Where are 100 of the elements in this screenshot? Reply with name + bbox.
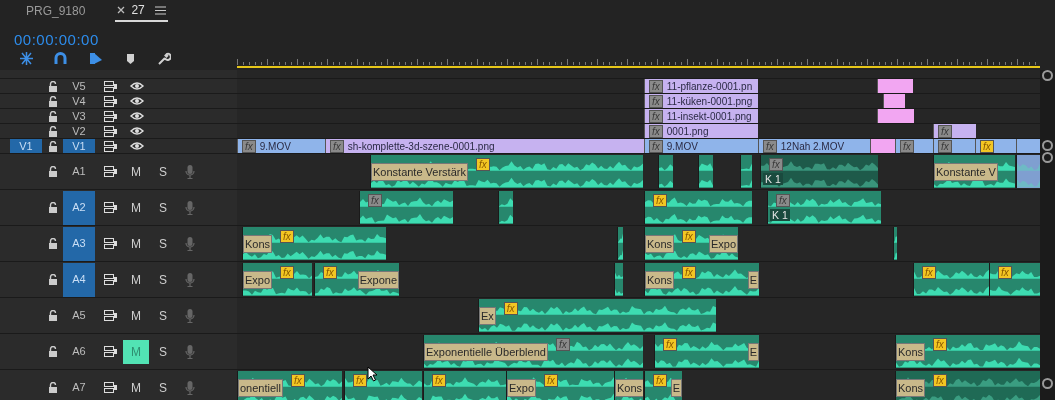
microphone-icon[interactable] (185, 164, 195, 179)
lock-icon[interactable] (47, 346, 58, 357)
effect-badge[interactable]: fx (353, 374, 367, 387)
audio-clip[interactable]: fx (913, 263, 989, 296)
video-clip[interactable] (1016, 139, 1040, 153)
effect-badge[interactable]: fx (933, 338, 947, 351)
panel-tab[interactable]: PRG_9180 (0, 0, 86, 22)
timecode[interactable]: 00:00:00:00 (14, 29, 99, 52)
sync-lock-icon[interactable] (103, 80, 117, 92)
sync-lock-icon[interactable] (103, 95, 117, 107)
audio-clip[interactable]: Konstante V (933, 155, 1015, 188)
panel-tab[interactable]: 27 (115, 0, 168, 22)
magnet-icon[interactable] (53, 51, 68, 66)
video-clip[interactable]: fx 9.MOV (644, 139, 758, 153)
video-clip[interactable]: fx 0001.png (644, 124, 758, 138)
audio-clip[interactable] (498, 191, 513, 224)
sync-lock-icon[interactable] (103, 166, 117, 177)
effect-badge[interactable]: fx (280, 266, 294, 279)
transition-label[interactable]: Kons (243, 235, 273, 253)
audio-clip[interactable] (1016, 155, 1040, 188)
source-patch[interactable]: V1 (10, 139, 42, 153)
audio-clip[interactable]: Kons fx E (644, 263, 759, 296)
eye-icon[interactable] (130, 81, 144, 91)
audio-clip[interactable]: fx K 1 (767, 191, 881, 224)
audio-clip[interactable] (740, 155, 752, 188)
audio-clip[interactable]: Expo fx (506, 371, 614, 400)
transition-label[interactable]: Kons (896, 379, 926, 397)
track-target[interactable]: A2 (63, 190, 95, 225)
transition-label[interactable]: E (747, 343, 759, 361)
eye-icon[interactable] (130, 126, 144, 136)
sync-lock-icon[interactable] (103, 346, 117, 357)
effect-badge[interactable]: fx (653, 374, 667, 387)
effect-badge[interactable]: fx (280, 230, 294, 243)
video-clip[interactable]: fx 11-insekt-0001.png (644, 109, 758, 123)
track-target[interactable]: V2 (63, 124, 95, 138)
audio-clip[interactable]: Exponentielle Überblend fx (423, 335, 643, 368)
effect-badge[interactable]: fx (663, 338, 677, 351)
transition-label[interactable]: E (670, 379, 682, 397)
overlay-clip[interactable] (883, 94, 905, 108)
audio-clip[interactable] (698, 155, 713, 188)
lock-icon[interactable] (47, 95, 58, 107)
transition-label[interactable]: Kons (645, 271, 675, 289)
transition-label[interactable]: Expo (243, 271, 273, 289)
lock-icon[interactable] (47, 382, 58, 393)
audio-clip[interactable]: fx E (644, 371, 682, 400)
lock-icon[interactable] (47, 238, 58, 249)
sync-lock-icon[interactable] (103, 310, 117, 321)
audio-clip[interactable]: fx E (654, 335, 759, 368)
sync-lock-icon[interactable] (103, 274, 117, 285)
mute-button[interactable]: M (123, 375, 149, 400)
video-clip[interactable]: fx 9.MOV (237, 139, 325, 153)
audio-clip[interactable]: Konstante Verstärk fx (370, 155, 643, 188)
microphone-icon[interactable] (185, 200, 195, 215)
solo-button[interactable]: S (150, 231, 176, 256)
microphone-icon[interactable] (185, 308, 195, 323)
transition-label[interactable]: Kons (615, 379, 643, 397)
audio-clip[interactable]: fx (989, 263, 1040, 296)
overlay-clip[interactable] (877, 79, 913, 93)
solo-button[interactable]: S (150, 195, 176, 220)
transition-label[interactable]: Expo (507, 379, 537, 397)
video-clip[interactable]: fx 11-pflanze-0001.pn (644, 79, 758, 93)
mute-button[interactable]: M (123, 159, 149, 184)
track-target[interactable]: A1 (63, 154, 95, 189)
nest-icon[interactable] (19, 51, 34, 66)
lock-icon[interactable] (47, 166, 58, 177)
transition-label[interactable]: Ex (479, 307, 496, 325)
linked-selection-icon[interactable] (88, 51, 103, 66)
transition-label[interactable]: Konstante V (934, 163, 998, 181)
lock-icon[interactable] (47, 80, 58, 92)
audio-clip[interactable] (617, 227, 623, 260)
lock-icon[interactable] (47, 274, 58, 285)
solo-button[interactable]: S (150, 303, 176, 328)
microphone-icon[interactable] (185, 344, 195, 359)
mute-button[interactable]: M (123, 267, 149, 292)
video-clip[interactable]: fx 12Nah 2.MOV (758, 139, 870, 153)
audio-clip[interactable]: Expo fx (242, 263, 312, 296)
microphone-icon[interactable] (185, 236, 195, 251)
transition-label[interactable]: Exponentielle Überblend (424, 343, 548, 361)
effect-badge[interactable]: fx (475, 158, 490, 171)
lock-icon[interactable] (47, 140, 58, 152)
effect-badge[interactable]: fx (432, 374, 446, 387)
track-target[interactable]: A6 (63, 334, 95, 369)
solo-button[interactable]: S (150, 267, 176, 292)
track-target[interactable]: A4 (63, 262, 95, 297)
audio-clip[interactable]: fx K 1 (760, 155, 878, 188)
lock-icon[interactable] (47, 202, 58, 213)
overlay-clip[interactable] (870, 139, 895, 153)
eye-icon[interactable] (130, 96, 144, 106)
mute-button[interactable]: M (123, 231, 149, 256)
time-ruler[interactable] (237, 57, 1040, 70)
transition-label[interactable]: Konstante Verstärk (371, 163, 468, 181)
microphone-icon[interactable] (185, 380, 195, 395)
transition-label[interactable]: Kons (896, 343, 926, 361)
effect-badge[interactable]: fx (544, 374, 558, 387)
sync-lock-icon[interactable] (103, 125, 117, 137)
audio-clip[interactable]: Kons fx (242, 227, 386, 260)
audio-clip[interactable] (893, 227, 897, 260)
effect-badge[interactable]: fx (682, 266, 696, 279)
close-icon[interactable] (117, 6, 126, 14)
lock-icon[interactable] (47, 310, 58, 321)
